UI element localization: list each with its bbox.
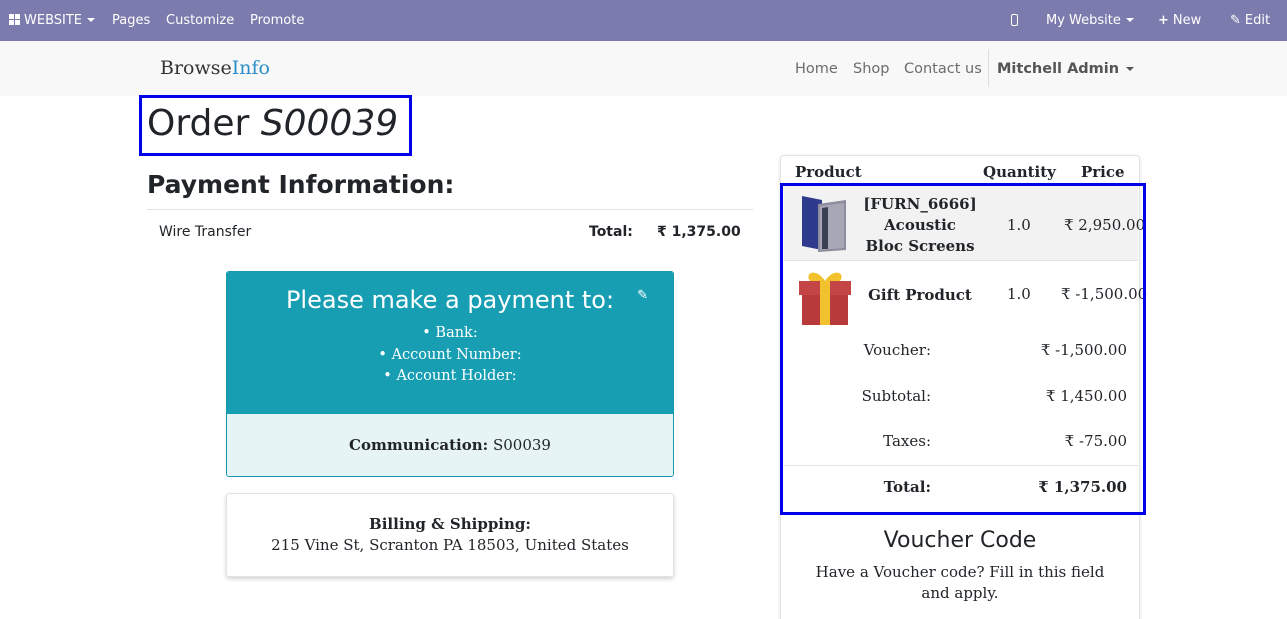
product-quantity: 1.0	[1007, 216, 1031, 234]
product-price: ₹ -1,500.00	[1061, 285, 1148, 303]
product-name[interactable]: [FURN_6666] Acoustic Bloc Screens	[863, 194, 977, 257]
total-value: ₹ 1,375.00	[1038, 478, 1127, 496]
divider	[147, 209, 753, 210]
new-button-label: New	[1172, 13, 1202, 28]
chevron-down-icon	[87, 18, 95, 22]
voucher-value: ₹ -1,500.00	[1040, 341, 1127, 359]
voucher-heading: Voucher Code	[883, 528, 1037, 553]
website-admin-bar: WEBSITE Pages Customize Promote My Websi…	[0, 0, 1287, 41]
product-name-line: [FURN_6666]	[863, 195, 977, 213]
column-header-quantity: Quantity	[983, 163, 1056, 181]
billing-shipping-label: Billing & Shipping:	[369, 515, 531, 533]
payment-instructions-box: Please make a payment to: ✎ • Bank: • Ac…	[226, 271, 674, 477]
mobile-preview-button[interactable]	[1011, 0, 1018, 41]
subtotal-value: ₹ 1,450.00	[1045, 387, 1127, 405]
gift-box-image	[799, 272, 851, 325]
payment-info-heading: Payment Information:	[147, 170, 455, 199]
acoustic-screen-image	[802, 196, 846, 252]
apps-grid-icon	[9, 14, 20, 25]
payment-instructions-title: Please make a payment to:	[285, 286, 615, 314]
promote-menu[interactable]: Promote	[250, 0, 304, 41]
divider	[784, 465, 1138, 466]
pencil-icon: ✎	[1230, 13, 1241, 28]
product-quantity: 1.0	[1007, 285, 1031, 303]
chevron-down-icon	[1125, 18, 1134, 22]
billing-shipping-box: Billing & Shipping: 215 Vine St, Scranto…	[226, 493, 674, 577]
new-button[interactable]: + New	[1158, 0, 1201, 41]
website-menu-label: WEBSITE	[24, 13, 82, 28]
account-holder-item: • Account Holder:	[383, 368, 517, 384]
order-number: S00039	[260, 103, 399, 144]
logo-text-info: Info	[231, 57, 270, 79]
logo-text-browse: Browse	[160, 57, 232, 79]
column-header-price: Price	[1081, 163, 1125, 181]
order-summary-card: Product Quantity Price [FURN_6666] Acous…	[780, 155, 1147, 619]
chevron-down-icon	[1126, 67, 1135, 71]
column-header-product: Product	[795, 163, 862, 181]
communication-row: Communication: S00039	[227, 414, 673, 476]
order-title: Order S00039	[147, 103, 398, 144]
bank-details-list: • Bank: • Account Number: • Account Hold…	[227, 323, 673, 388]
bank-item: • Bank:	[422, 325, 478, 341]
site-header: BrowseInfo Home Shop Contact us Mitchell…	[0, 41, 1287, 96]
plus-icon: +	[1158, 13, 1169, 28]
billing-address: 215 Vine St, Scranton PA 18503, United S…	[271, 536, 629, 554]
account-number-item: • Account Number:	[378, 346, 522, 363]
product-price: ₹ 2,950.00	[1064, 216, 1146, 234]
voucher-description: Have a Voucher code? Fill in this field …	[815, 563, 1105, 602]
nav-divider	[988, 49, 989, 87]
product-name-line: Bloc Screens	[865, 237, 975, 255]
edit-button[interactable]: ✎ Edit	[1230, 0, 1270, 41]
mobile-phone-icon	[1011, 14, 1018, 26]
nav-contact-us[interactable]: Contact us	[904, 61, 982, 77]
user-menu[interactable]: Mitchell Admin	[997, 61, 1135, 77]
payment-instructions-header: Please make a payment to: ✎ • Bank: • Ac…	[227, 272, 673, 414]
nav-home[interactable]: Home	[795, 61, 838, 77]
customize-menu[interactable]: Customize	[166, 0, 234, 41]
taxes-value: ₹ -75.00	[1064, 432, 1127, 450]
order-title-prefix: Order	[147, 103, 250, 144]
payment-method: Wire Transfer	[159, 224, 252, 240]
payment-total-value: ₹ 1,375.00	[657, 224, 741, 240]
communication-value: S00039	[492, 436, 551, 454]
nav-shop[interactable]: Shop	[853, 61, 889, 77]
product-name-line: Acoustic	[884, 216, 956, 234]
pencil-icon[interactable]: ✎	[637, 288, 648, 303]
website-menu[interactable]: WEBSITE	[9, 0, 95, 41]
my-website-menu[interactable]: My Website	[1046, 0, 1134, 41]
payment-total-label: Total:	[589, 224, 633, 240]
my-website-label: My Website	[1046, 13, 1121, 28]
site-logo[interactable]: BrowseInfo	[160, 57, 270, 79]
edit-button-label: Edit	[1244, 13, 1271, 28]
user-name: Mitchell Admin	[997, 61, 1120, 77]
pages-menu[interactable]: Pages	[112, 0, 150, 41]
communication-label: Communication:	[349, 436, 489, 454]
product-name[interactable]: Gift Product	[863, 285, 977, 306]
